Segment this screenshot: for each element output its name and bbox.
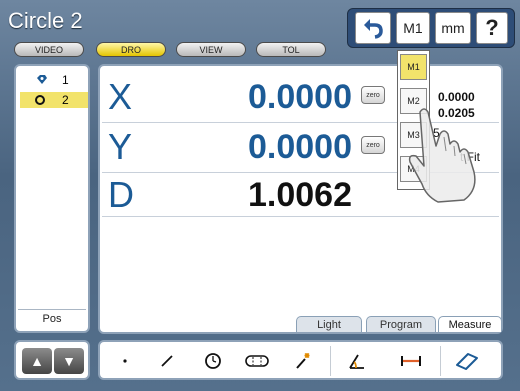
- dro-mode-button[interactable]: DRO: [96, 42, 166, 57]
- magic-wand-tool[interactable]: [286, 348, 320, 374]
- angle-icon: [349, 354, 364, 369]
- circle-icon: [205, 353, 221, 369]
- point-icon: [37, 75, 47, 84]
- feature-list-panel: 1 2 Pos: [14, 64, 90, 333]
- tool-divider: [330, 346, 331, 376]
- view-mode-button[interactable]: VIEW: [176, 42, 246, 57]
- feature-number: 2: [62, 93, 69, 107]
- down-button[interactable]: ▼: [54, 348, 84, 374]
- tool-divider: [440, 346, 441, 376]
- tab-measure[interactable]: Measure: [438, 316, 502, 332]
- help-button[interactable]: ?: [476, 12, 508, 44]
- y-value: 0.0000: [248, 128, 352, 166]
- d-value: 1.0062: [248, 176, 352, 214]
- circle-tool[interactable]: [196, 348, 230, 374]
- menu-item-m1[interactable]: M1: [400, 54, 427, 80]
- distance-icon: [401, 356, 421, 366]
- d-axis-label: D: [108, 174, 134, 215]
- feature-number: 1: [62, 73, 69, 87]
- hand-pointer-icon: [408, 108, 476, 203]
- undo-button[interactable]: [355, 12, 391, 44]
- tab-light[interactable]: Light: [296, 316, 362, 332]
- tab-program[interactable]: Program: [366, 316, 436, 332]
- magic-wand-icon: [296, 353, 310, 369]
- m-select-button[interactable]: M1: [396, 12, 430, 44]
- slot-tool[interactable]: [240, 348, 274, 374]
- line-tool[interactable]: [150, 348, 184, 374]
- y-axis-label: Y: [108, 126, 133, 167]
- video-mode-button[interactable]: VIDEO: [14, 42, 84, 57]
- units-button[interactable]: mm: [435, 12, 471, 44]
- up-button[interactable]: ▲: [22, 348, 52, 374]
- feature-item-1[interactable]: 1: [20, 72, 88, 88]
- distance-tool[interactable]: [394, 348, 428, 374]
- nav-panel: ▲ ▼: [14, 340, 90, 380]
- circle-icon: [35, 95, 45, 105]
- slot-icon: [245, 355, 269, 367]
- up-arrow-icon: ▲: [30, 353, 44, 369]
- divider: [102, 216, 499, 217]
- line-icon: [161, 355, 173, 367]
- zero-y-button[interactable]: zero: [361, 136, 385, 154]
- skew-icon: [456, 353, 478, 370]
- zero-x-button[interactable]: zero: [361, 86, 385, 104]
- down-arrow-icon: ▼: [62, 353, 76, 369]
- x-value: 0.0000: [248, 78, 352, 116]
- page-title: Circle 2: [8, 8, 83, 33]
- point-icon: [123, 359, 127, 363]
- x-axis-label: X: [108, 76, 133, 117]
- undo-icon: [364, 19, 383, 39]
- feature-item-2[interactable]: 2: [20, 92, 88, 108]
- measure-tools-panel: [98, 340, 503, 380]
- angle-tool[interactable]: [340, 348, 374, 374]
- point-tool[interactable]: [108, 348, 142, 374]
- skew-tool[interactable]: [450, 348, 484, 374]
- info-value: 0.0000: [438, 90, 475, 104]
- pos-label: Pos: [18, 309, 86, 327]
- tol-mode-button[interactable]: TOL: [256, 42, 326, 57]
